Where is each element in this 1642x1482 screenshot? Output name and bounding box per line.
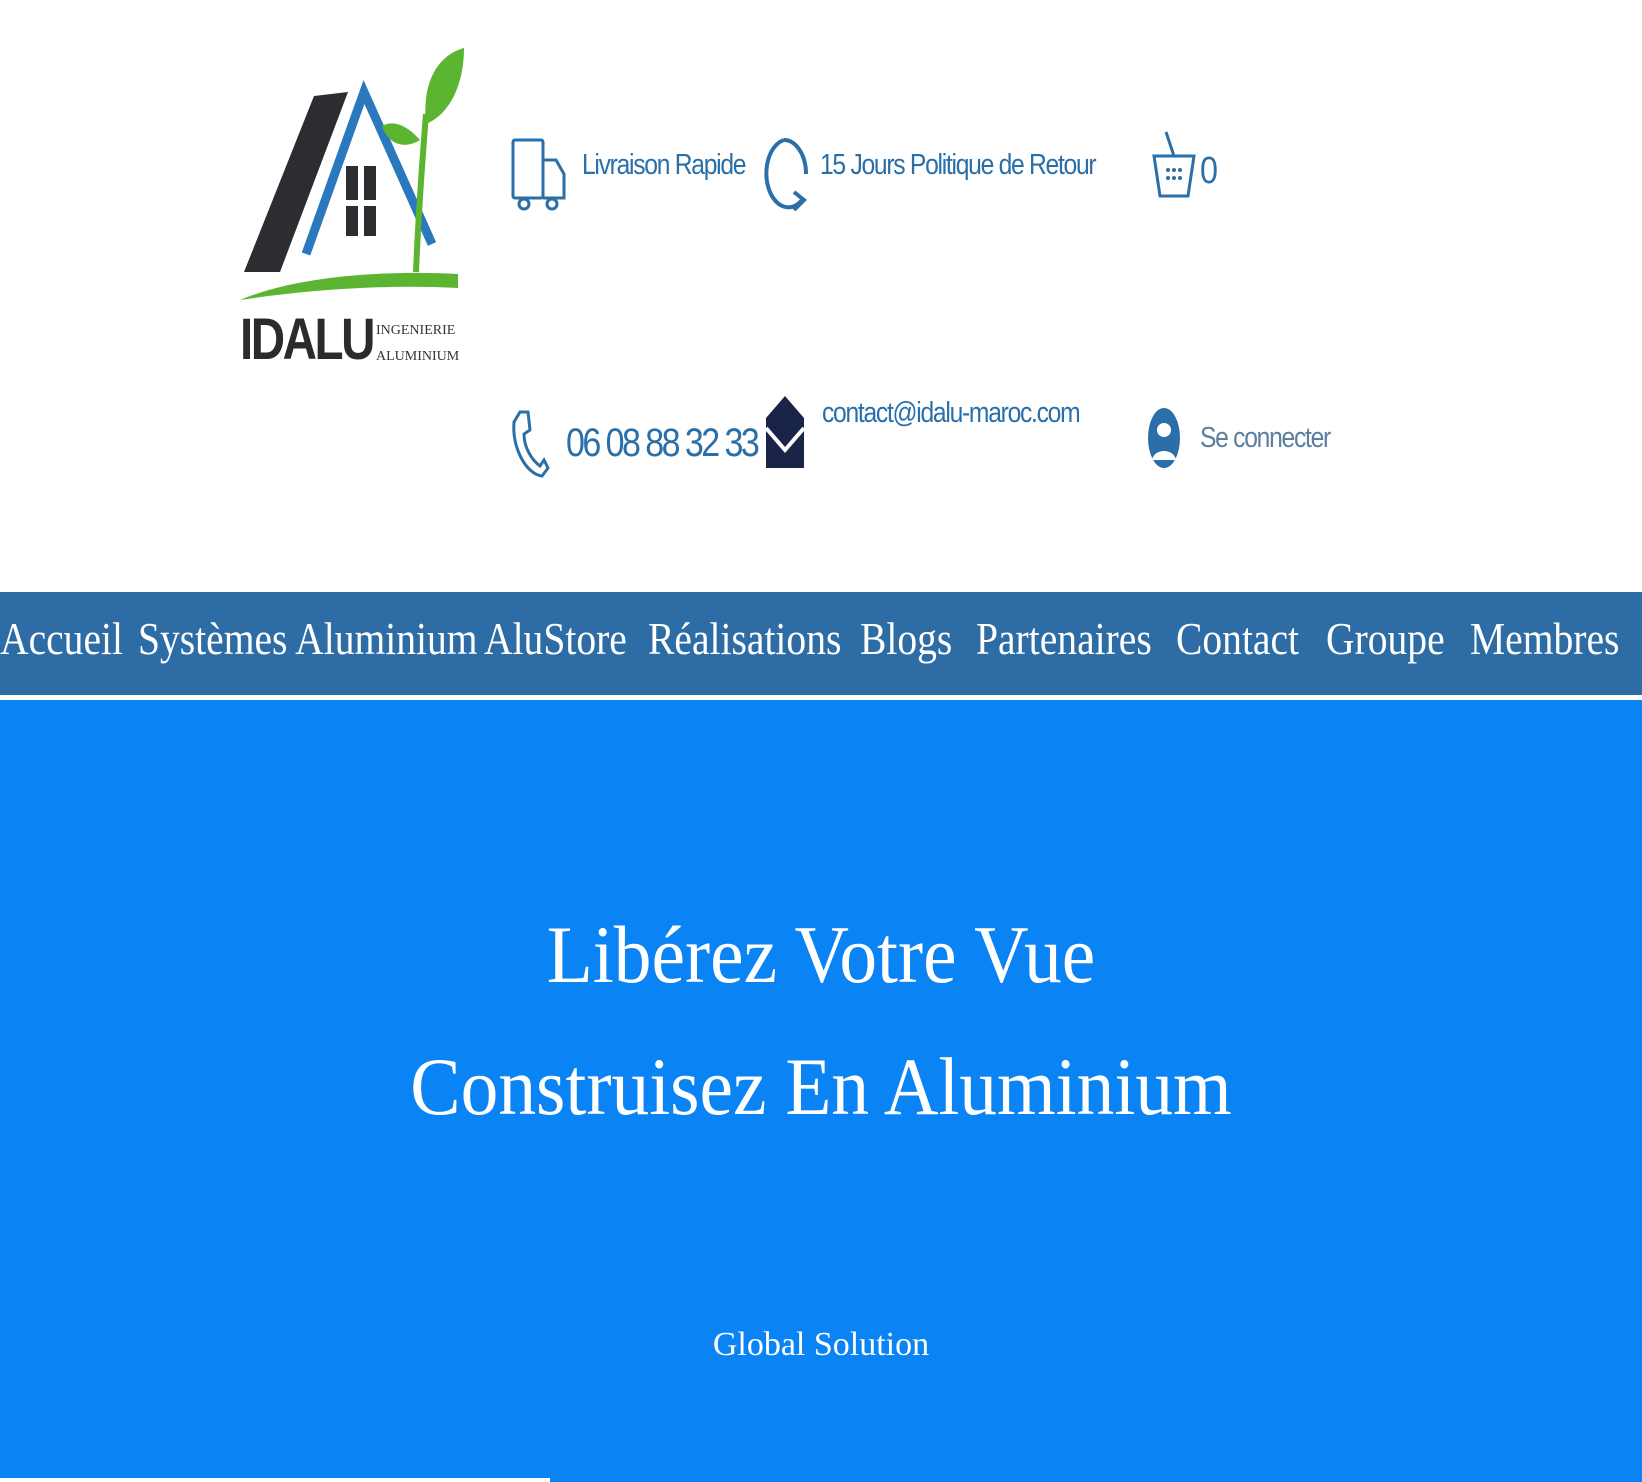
phone-number: 06 08 88 32 33	[566, 420, 760, 465]
hero-title-line-2: Construisez En Aluminium	[410, 1041, 1232, 1132]
nav-item-partenaires[interactable]: Partenaires	[976, 612, 1152, 665]
basket-icon	[1152, 131, 1196, 198]
login-label: Se connecter	[1200, 421, 1331, 454]
email-info[interactable]: contact@idalu-maroc.com	[764, 394, 1125, 470]
logo-tagline-line-2: ALUMINIUM	[376, 349, 460, 364]
hero-subtitle: Global Solution	[712, 1326, 930, 1363]
main-navigation: Accueil Systèmes Aluminium AluStore Réal…	[0, 592, 1642, 700]
logo-tagline: INGENIERIE ALUMINIUM	[376, 318, 459, 370]
phone-info[interactable]: 06 08 88 32 33	[510, 408, 791, 478]
envelope-icon	[764, 396, 806, 468]
nav-item-blogs[interactable]: Blogs	[860, 612, 952, 665]
scroll-indicator	[0, 1478, 550, 1482]
returns-label: 15 Jours Politique de Retour	[820, 148, 1097, 181]
hero-banner: Libérez Votre Vue Construisez En Alumini…	[0, 700, 1642, 1482]
logo-wordmark: IDALU	[240, 307, 375, 372]
nav-item-membres[interactable]: Membres	[1470, 612, 1619, 665]
site-header: IDALU INGENIERIE ALUMINIUM Livraison Rap…	[0, 0, 1642, 592]
cart-count: 0	[1200, 149, 1218, 192]
cart-button[interactable]: 0	[1150, 130, 1220, 202]
truck-icon	[511, 138, 566, 211]
nav-item-contact[interactable]: Contact	[1176, 612, 1299, 665]
login-button[interactable]: Se connecter	[1146, 406, 1353, 470]
hero-title-line-1: Libérez Votre Vue	[546, 909, 1096, 1000]
nav-item-accueil[interactable]: Accueil	[0, 612, 123, 665]
delivery-info: Livraison Rapide	[510, 134, 774, 214]
email-address: contact@idalu-maroc.com	[822, 396, 1081, 429]
nav-item-systemes-aluminium[interactable]: Systèmes Aluminium	[138, 612, 478, 665]
nav-item-realisations[interactable]: Réalisations	[648, 612, 841, 665]
returns-info: 15 Jours Politique de Retour	[758, 130, 1144, 220]
user-icon	[1148, 408, 1180, 468]
delivery-label: Livraison Rapide	[582, 148, 746, 181]
nav-item-groupe[interactable]: Groupe	[1326, 612, 1445, 665]
house-leaf-logo-icon	[240, 48, 464, 300]
nav-item-alustore[interactable]: AluStore	[484, 612, 627, 665]
refresh-icon	[764, 138, 808, 212]
logo-tagline-line-1: INGENIERIE	[376, 323, 456, 338]
phone-icon	[512, 410, 550, 478]
site-logo[interactable]: IDALU INGENIERIE ALUMINIUM	[236, 44, 466, 374]
